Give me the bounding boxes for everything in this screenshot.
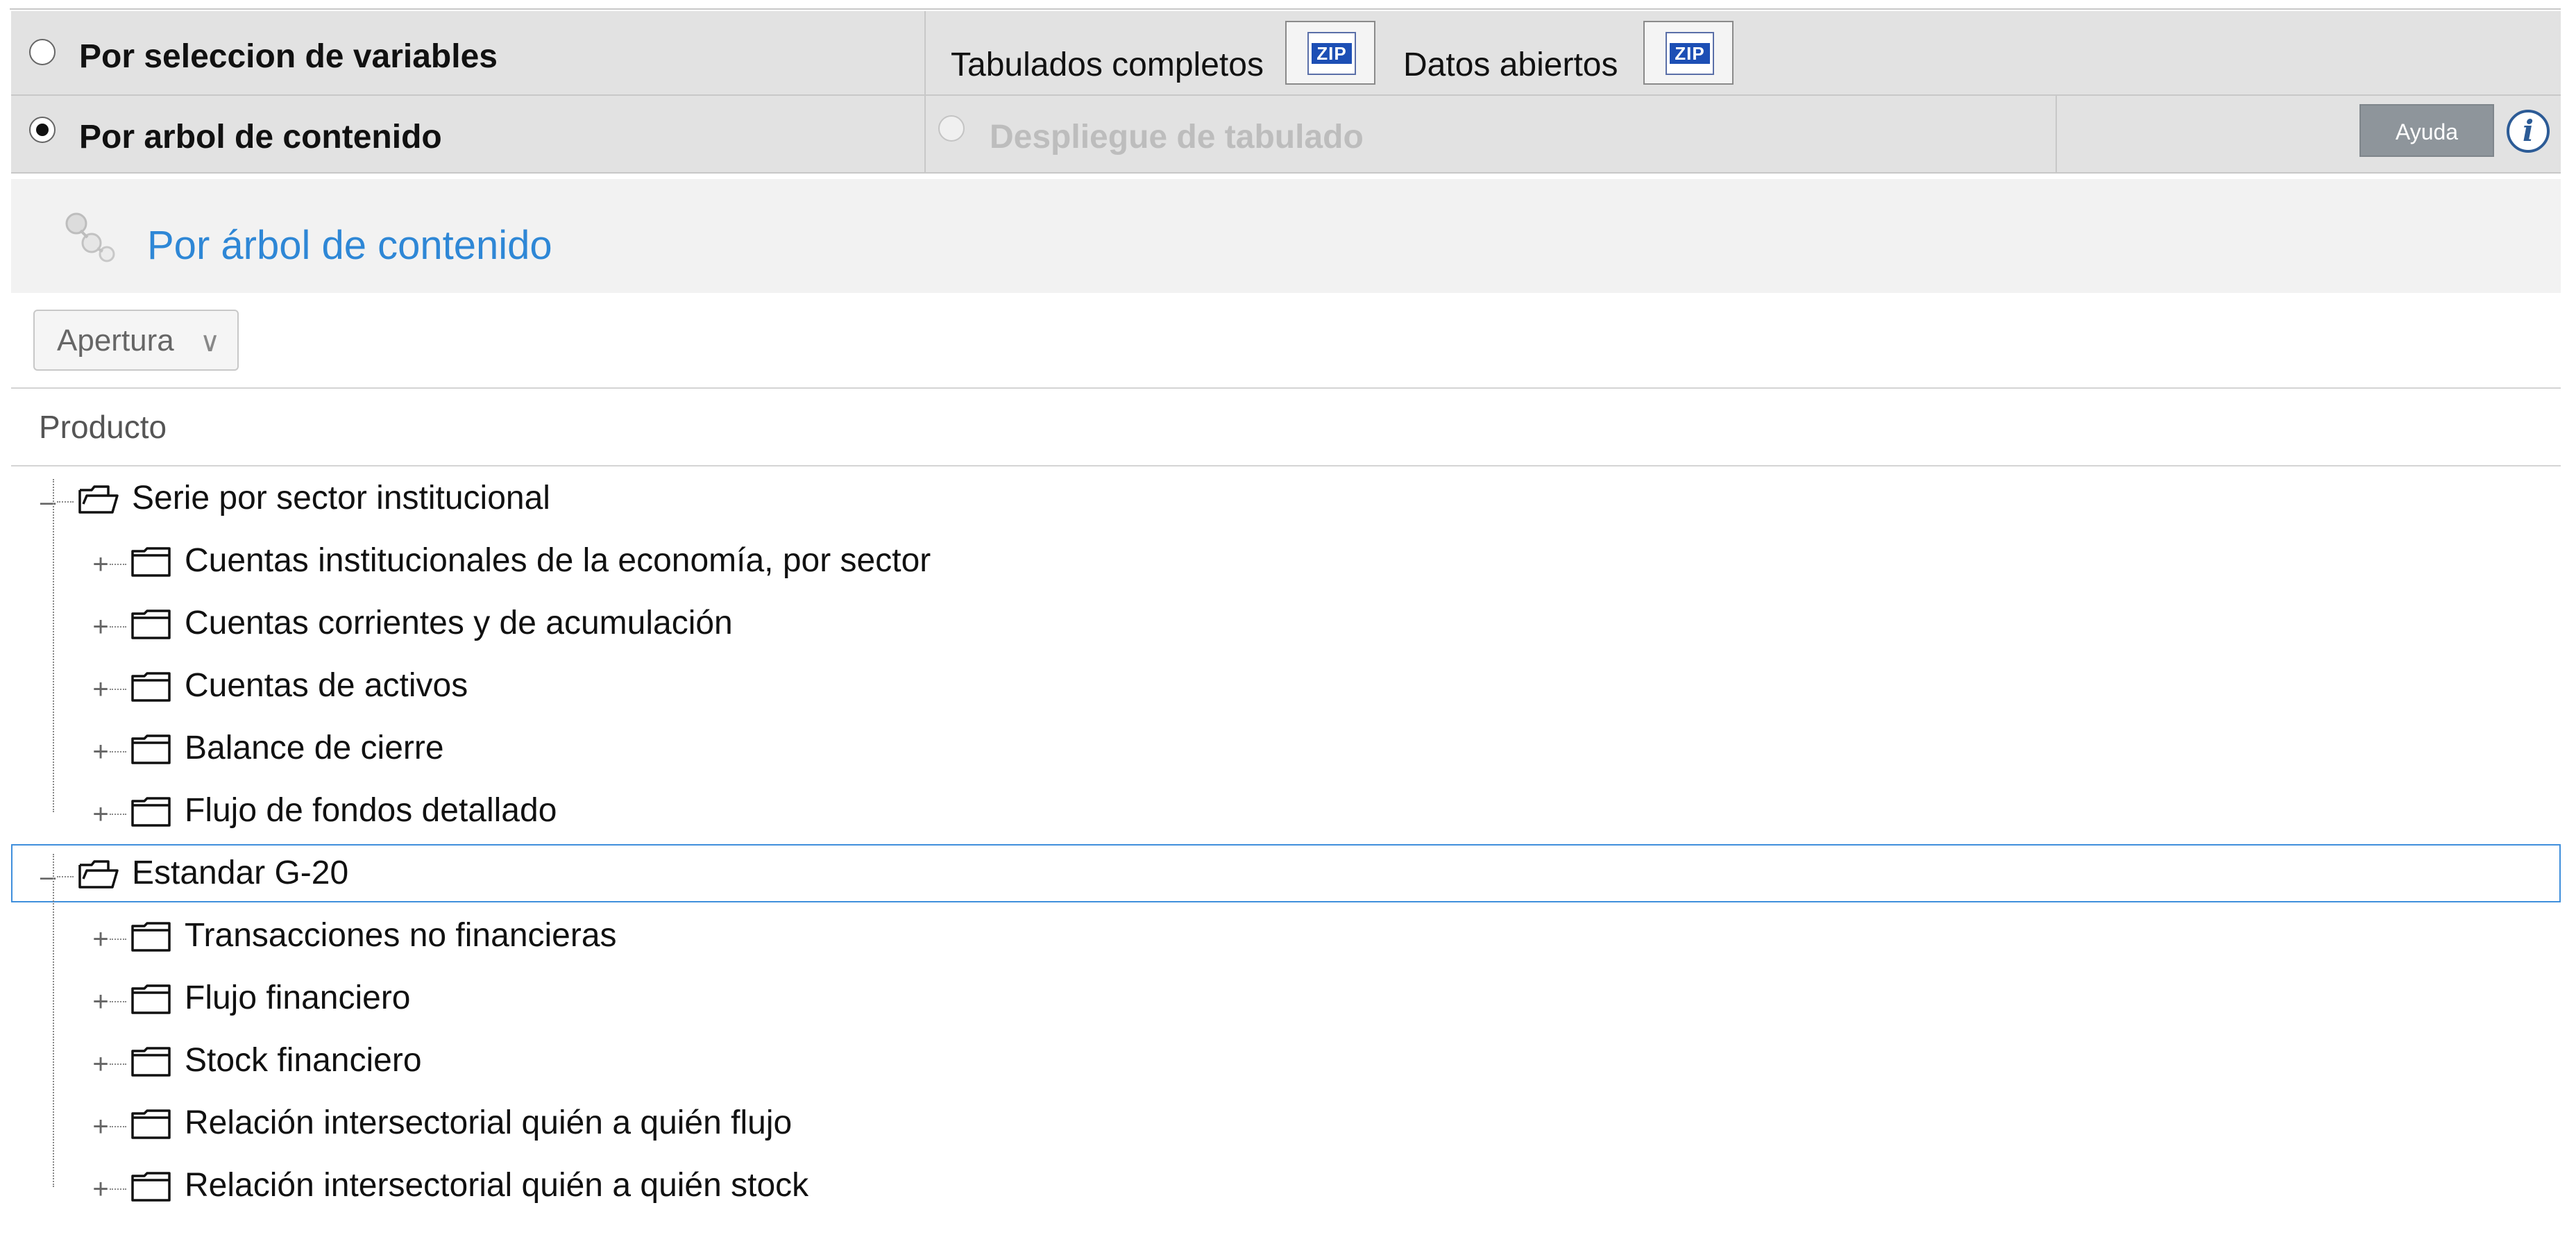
expand-toggle[interactable]: + [92,675,110,703]
tree-item-node[interactable]: Flujo de fondos detallado [0,784,2498,840]
chevron-down-icon: ∨ [200,327,221,358]
tree-connector [110,564,126,565]
options-row-1: Por seleccion de variables Tabulados com… [11,11,2561,96]
tabulados-zip-button[interactable]: ZIP [1285,21,1375,85]
expand-toggle[interactable]: + [92,613,110,641]
despliegue-radio [938,115,965,142]
divider [11,387,2561,389]
tree-item-label[interactable]: Cuentas de activos [185,666,468,705]
tree-item-label[interactable]: Cuentas institucionales de la economía, … [185,541,931,580]
tree-item-label[interactable]: Relación intersectorial quién a quién st… [185,1166,808,1204]
folder-closed-icon [131,609,171,639]
expand-toggle[interactable]: + [92,800,110,828]
page-title: Por árbol de contenido [147,223,552,268]
folder-closed-icon [131,734,171,764]
tree-group-label[interactable]: Estandar G-20 [132,854,348,892]
folder-closed-icon [131,1172,171,1202]
column-divider [2056,96,2057,172]
ayuda-button[interactable]: Ayuda [2359,104,2494,157]
folder-closed-icon [131,922,171,952]
tree-connector [53,854,54,1187]
folder-open-icon [78,860,119,889]
zip-icon: ZIP [1666,32,1714,75]
tree-connector [110,751,126,752]
tree-connector [110,1001,126,1002]
tree-connector [53,479,54,812]
tree-item-node[interactable]: Cuentas institucionales de la economía, … [0,535,2498,590]
tree-item-node[interactable]: Relación intersectorial quién a quién st… [0,1159,2498,1215]
por-seleccion-label[interactable]: Por seleccion de variables [79,37,498,76]
folder-closed-icon [131,797,171,827]
tree-item-label[interactable]: Relación intersectorial quién a quién fl… [185,1104,792,1142]
collapse-toggle[interactable]: – [39,488,57,516]
tree-connector [110,814,126,815]
por-arbol-radio[interactable] [29,117,56,143]
expand-toggle[interactable]: + [92,925,110,953]
despliegue-label: Despliegue de tabulado [990,119,1364,155]
tree-connector [110,1188,126,1190]
tree-logo-icon [65,212,115,262]
folder-open-icon [78,485,119,514]
expand-toggle[interactable]: + [92,1050,110,1078]
expand-toggle[interactable]: + [92,550,110,578]
tabulados-completos-label: Tabulados completos [951,47,1264,83]
tree-item-label[interactable]: Flujo financiero [185,979,411,1017]
tree-item-node[interactable]: Cuentas corrientes y de acumulación [0,597,2498,653]
column-divider [924,11,926,94]
expand-toggle[interactable]: + [92,1175,110,1203]
por-arbol-label[interactable]: Por arbol de contenido [79,118,442,156]
options-row-2: Por arbol de contenido Despliegue de tab… [11,96,2561,174]
datos-abiertos-zip-button[interactable]: ZIP [1643,21,1734,85]
tree-connector [110,626,126,628]
tree-connector [110,689,126,690]
expand-toggle[interactable]: + [92,1113,110,1141]
tree-item-label[interactable]: Transacciones no financieras [185,916,617,955]
tree-item-node[interactable]: Cuentas de activos [0,659,2498,715]
tree-item-label[interactable]: Stock financiero [185,1041,422,1079]
tree-connector [57,501,74,503]
tree-item-node[interactable]: Flujo financiero [0,972,2498,1027]
folder-closed-icon [131,984,171,1014]
tree-item-label[interactable]: Balance de cierre [185,729,444,767]
tree-connector [110,1063,126,1065]
divider [11,465,2561,466]
zip-icon: ZIP [1307,32,1356,75]
tree-item-node[interactable]: Balance de cierre [0,722,2498,777]
datos-abiertos-label: Datos abiertos [1403,47,1618,83]
tree-item-node[interactable]: Stock financiero [0,1034,2498,1090]
folder-closed-icon [131,547,171,577]
tree-item-node[interactable]: Transacciones no financieras [0,909,2498,965]
tree-item-label[interactable]: Cuentas corrientes y de acumulación [185,604,733,642]
collapse-toggle[interactable]: – [39,863,57,891]
column-header-producto: Producto [39,409,167,445]
apertura-dropdown[interactable]: Apertura ∨ [33,310,239,371]
tree-connector [110,1126,126,1127]
apertura-label: Apertura [57,323,174,358]
tree-item-node[interactable]: Relación intersectorial quién a quién fl… [0,1097,2498,1152]
column-divider [924,96,926,172]
info-icon[interactable]: i [2507,110,2550,153]
tree-connector [57,876,74,877]
expand-toggle[interactable]: + [92,988,110,1016]
tree-group-node[interactable]: Serie por sector institucional [0,472,2498,528]
tree-group-label[interactable]: Serie por sector institucional [132,479,550,517]
folder-closed-icon [131,1109,171,1139]
por-seleccion-radio[interactable] [29,39,56,65]
tree-connector [110,939,126,940]
folder-closed-icon [131,1047,171,1077]
folder-closed-icon [131,672,171,702]
tree-item-label[interactable]: Flujo de fondos detallado [185,791,557,830]
expand-toggle[interactable]: + [92,738,110,766]
tree-group-node[interactable]: Estandar G-20 [0,847,2498,902]
top-border [10,8,2561,10]
content-header: Por árbol de contenido [11,179,2561,293]
